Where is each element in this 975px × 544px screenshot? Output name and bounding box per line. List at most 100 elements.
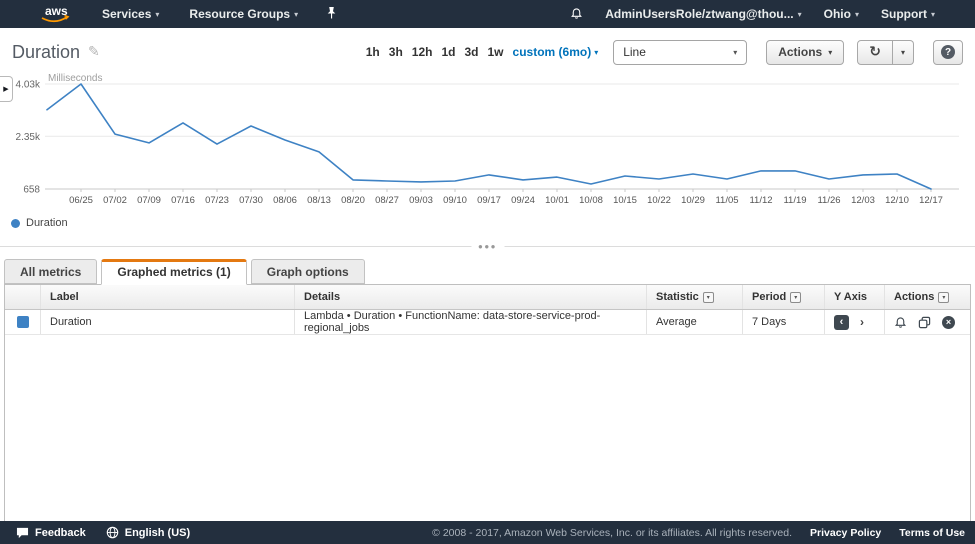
- chart-legend: Duration: [0, 214, 975, 232]
- nav-resource-groups[interactable]: Resource Groups ▾: [189, 7, 298, 21]
- period-dropdown-icon[interactable]: ▾: [790, 292, 801, 303]
- header-swatch-column: [5, 285, 41, 309]
- header-actions-label: Actions: [894, 291, 934, 303]
- tab-graphed-metrics[interactable]: Graphed metrics (1): [101, 259, 246, 285]
- statistic-dropdown-icon[interactable]: ▾: [703, 292, 714, 303]
- svg-text:4.03k: 4.03k: [16, 80, 41, 91]
- row-statistic-cell[interactable]: Average: [647, 310, 743, 334]
- duration-chart[interactable]: 4.03k2.35k658Milliseconds06/2507/0207/09…: [0, 72, 975, 207]
- edit-title-pencil-icon[interactable]: ✎: [88, 44, 100, 60]
- svg-text:12/03: 12/03: [851, 195, 875, 206]
- metric-color-swatch[interactable]: [17, 316, 29, 328]
- resize-handle[interactable]: ●●●: [471, 242, 504, 251]
- header-actions: Actions ▾: [885, 285, 970, 309]
- custom-range-menu[interactable]: custom (6mo) ▾: [513, 45, 599, 59]
- custom-range-label: custom (6mo): [513, 45, 592, 59]
- chevron-down-icon: ▾: [155, 10, 159, 19]
- top-nav-bar: aws Services ▾ Resource Groups ▾ AdminUs…: [0, 0, 975, 28]
- nav-services[interactable]: Services ▾: [102, 7, 159, 21]
- range-1d[interactable]: 1d: [441, 45, 455, 59]
- language-label: English (US): [125, 527, 190, 539]
- nav-region-menu[interactable]: Ohio ▾: [824, 7, 859, 21]
- page-title: Duration: [12, 42, 80, 63]
- metric-chart-area: ▶ 4.03k2.35k658Milliseconds06/2507/0207/…: [0, 72, 975, 232]
- svg-text:10/29: 10/29: [681, 195, 705, 206]
- nav-account-menu[interactable]: AdminUsersRole/ztwang@thou... ▾: [605, 7, 801, 21]
- svg-text:09/03: 09/03: [409, 195, 433, 206]
- header-period-label: Period: [752, 291, 786, 303]
- help-icon: ?: [941, 45, 955, 59]
- svg-text:08/13: 08/13: [307, 195, 331, 206]
- refresh-button[interactable]: ↻: [857, 40, 893, 65]
- svg-text:10/08: 10/08: [579, 195, 603, 206]
- chevron-down-icon: ▾: [294, 10, 298, 19]
- svg-text:2.35k: 2.35k: [16, 132, 41, 143]
- y-axis-left-button[interactable]: ‹: [834, 315, 849, 330]
- feedback-button[interactable]: Feedback: [16, 527, 86, 539]
- duplicate-metric-icon[interactable]: [918, 316, 931, 329]
- range-3d[interactable]: 3d: [464, 45, 478, 59]
- svg-text:09/17: 09/17: [477, 195, 501, 206]
- copyright-text: © 2008 - 2017, Amazon Web Services, Inc.…: [432, 527, 792, 539]
- support-label: Support: [881, 7, 927, 21]
- svg-text:07/16: 07/16: [171, 195, 195, 206]
- refresh-icon: ↻: [869, 44, 881, 60]
- chevron-right-icon: ▶: [3, 85, 8, 93]
- header-label: Label: [41, 285, 295, 309]
- svg-text:11/05: 11/05: [715, 195, 738, 206]
- legend-dot[interactable]: [11, 219, 20, 228]
- speech-bubble-icon: [16, 527, 29, 539]
- svg-text:07/09: 07/09: [137, 195, 161, 206]
- chevron-down-icon: ▾: [828, 48, 832, 57]
- tab-all-metrics[interactable]: All metrics: [4, 259, 97, 284]
- actions-button[interactable]: Actions ▾: [766, 40, 844, 65]
- actions-dropdown-icon[interactable]: ▾: [938, 292, 949, 303]
- row-swatch-cell: [5, 310, 41, 334]
- chevron-down-icon: ▾: [733, 48, 737, 57]
- range-1h[interactable]: 1h: [366, 45, 380, 59]
- create-alarm-bell-icon[interactable]: [894, 315, 907, 329]
- aws-logo[interactable]: aws: [38, 3, 72, 25]
- language-selector[interactable]: English (US): [106, 526, 190, 539]
- chevron-down-icon: ▾: [855, 10, 859, 19]
- y-axis-right-button[interactable]: ›: [860, 315, 864, 329]
- header-y-axis: Y Axis: [825, 285, 885, 309]
- range-3h[interactable]: 3h: [389, 45, 403, 59]
- privacy-policy-link[interactable]: Privacy Policy: [810, 527, 881, 539]
- header-statistic: Statistic ▾: [647, 285, 743, 309]
- chart-type-select[interactable]: Line ▾: [613, 40, 747, 65]
- region-label: Ohio: [824, 7, 851, 21]
- range-12h[interactable]: 12h: [412, 45, 433, 59]
- terms-of-use-link[interactable]: Terms of Use: [899, 527, 965, 539]
- chevron-down-icon: ▾: [931, 10, 935, 19]
- legend-label[interactable]: Duration: [26, 217, 68, 229]
- svg-text:07/30: 07/30: [239, 195, 263, 206]
- panel-resize-divider: ●●●: [0, 246, 975, 247]
- chart-type-value: Line: [623, 45, 646, 59]
- svg-text:11/19: 11/19: [783, 195, 806, 206]
- row-label-cell[interactable]: Duration: [41, 310, 295, 334]
- tab-graph-options[interactable]: Graph options: [251, 259, 365, 284]
- chevron-down-icon: ▾: [798, 10, 802, 19]
- svg-text:10/22: 10/22: [647, 195, 671, 206]
- graphed-metrics-panel: Label Details Statistic ▾ Period ▾ Y Axi…: [4, 284, 971, 527]
- row-period-cell[interactable]: 7 Days: [743, 310, 825, 334]
- svg-text:11/26: 11/26: [817, 195, 840, 206]
- graph-header: Duration ✎ 1h 3h 12h 1d 3d 1w custom (6m…: [0, 38, 975, 66]
- svg-text:Milliseconds: Milliseconds: [48, 73, 102, 84]
- refresh-options-button[interactable]: ▾: [893, 40, 914, 65]
- nav-services-label: Services: [102, 7, 151, 21]
- actions-button-label: Actions: [778, 45, 822, 59]
- remove-metric-icon[interactable]: ×: [942, 316, 955, 329]
- nav-support-menu[interactable]: Support ▾: [881, 7, 935, 21]
- range-1w[interactable]: 1w: [488, 45, 504, 59]
- header-period: Period ▾: [743, 285, 825, 309]
- pushpin-icon[interactable]: [326, 6, 337, 22]
- svg-text:08/27: 08/27: [375, 195, 399, 206]
- help-button[interactable]: ?: [933, 40, 963, 65]
- expand-sidebar-button[interactable]: ▶: [0, 76, 13, 102]
- notifications-bell-icon[interactable]: [570, 6, 583, 23]
- svg-text:07/23: 07/23: [205, 195, 229, 206]
- table-header: Label Details Statistic ▾ Period ▾ Y Axi…: [5, 285, 970, 310]
- svg-text:09/24: 09/24: [511, 195, 535, 206]
